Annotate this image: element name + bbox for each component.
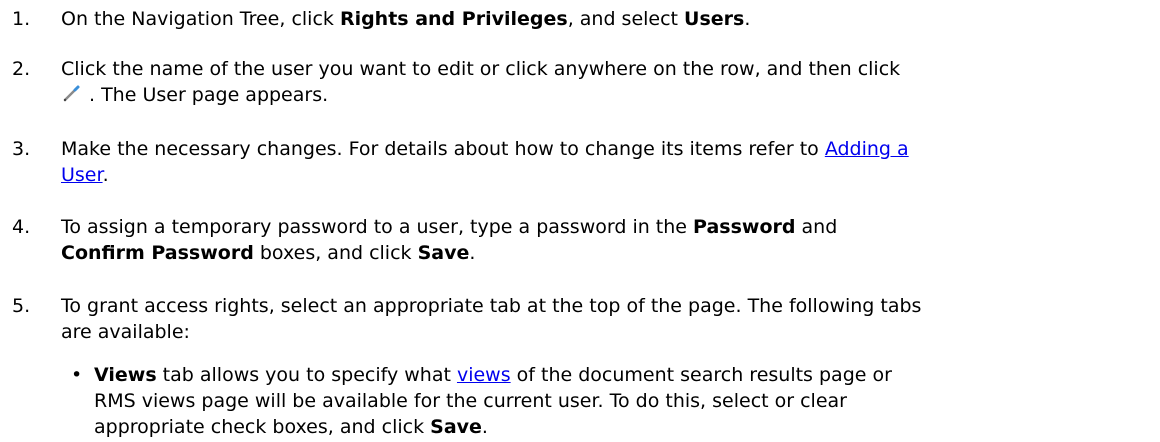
- text-run: .: [469, 242, 476, 264]
- bold-term: Users: [684, 8, 745, 30]
- text-run: of the document search results page or: [510, 364, 892, 386]
- text-run: . The User page appears.: [89, 84, 329, 106]
- bold-term: Save: [417, 242, 470, 264]
- step-2: 2. Click the name of the user you want t…: [0, 56, 1160, 116]
- adding-a-user-link-cont[interactable]: User: [61, 164, 103, 186]
- step-text: Make the necessary changes. For details …: [61, 136, 1151, 188]
- step-text: To assign a temporary password to a user…: [61, 214, 1151, 266]
- text-run: boxes, and click: [253, 242, 418, 264]
- adding-a-user-link[interactable]: Adding a: [825, 138, 909, 160]
- bold-term: Save: [430, 416, 482, 438]
- step-4: 4. To assign a temporary password to a u…: [0, 214, 1160, 274]
- text-run: Click the name of the user you want to e…: [61, 58, 901, 80]
- step-5: 5. To grant access rights, select an app…: [0, 293, 1160, 353]
- text-run: tab allows you to specify what: [156, 364, 457, 386]
- text-run: .: [102, 164, 109, 186]
- bold-term: Password: [693, 216, 796, 238]
- views-link[interactable]: views: [457, 364, 511, 386]
- step-number: 5.: [12, 295, 31, 317]
- step-text: Click the name of the user you want to e…: [61, 56, 1151, 108]
- step-number: 2.: [12, 58, 31, 80]
- bold-term: Rights and Privileges: [339, 8, 568, 30]
- step-3: 3. Make the necessary changes. For detai…: [0, 136, 1160, 196]
- text-run: are available:: [61, 321, 190, 343]
- text-run: Make the necessary changes. For details …: [61, 138, 825, 160]
- text-run: RMS views page will be available for the…: [94, 390, 847, 412]
- text-run: To assign a temporary password to a user…: [61, 216, 694, 238]
- step-number: 1.: [12, 8, 31, 30]
- text-run: On the Navigation Tree, click: [61, 8, 340, 30]
- views-bullet: • Views tab allows you to specify what v…: [0, 362, 1160, 442]
- text-run: appropriate check boxes, and click: [94, 416, 431, 438]
- text-run: , and select: [567, 8, 685, 30]
- bullet-icon: •: [71, 364, 83, 386]
- bold-term: Confirm Password: [61, 242, 254, 264]
- step-number: 4.: [12, 216, 31, 238]
- step-text: To grant access rights, select an approp…: [61, 293, 1151, 345]
- bullet-text: Views tab allows you to specify what vie…: [94, 362, 1154, 440]
- text-run: To grant access rights, select an approp…: [61, 295, 922, 317]
- text-run: .: [744, 8, 751, 30]
- pencil-edit-icon: [61, 82, 83, 104]
- text-run: and: [795, 216, 838, 238]
- step-number: 3.: [12, 138, 31, 160]
- bold-term: Views: [94, 364, 157, 386]
- step-text: On the Navigation Tree, click Rights and…: [61, 6, 1151, 32]
- text-run: .: [481, 416, 488, 438]
